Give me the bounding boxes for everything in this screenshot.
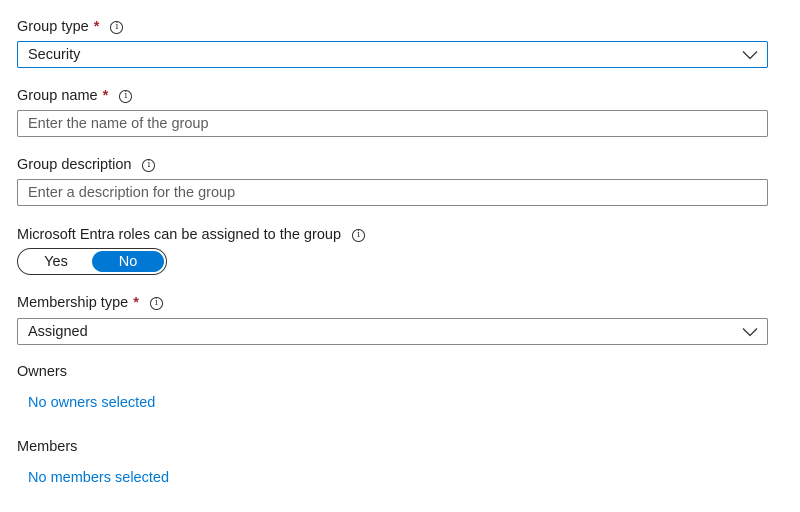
membership-type-label: Membership type (17, 295, 129, 311)
membership-type-dropdown[interactable]: Assigned (17, 318, 768, 345)
required-marker: * (133, 295, 139, 311)
members-link[interactable]: No members selected (28, 470, 169, 486)
group-type-dropdown[interactable]: Security (17, 41, 768, 68)
group-name-label-row: Group name * i (17, 85, 133, 107)
membership-type-label-row: Membership type * i (17, 292, 163, 314)
owners-link[interactable]: No owners selected (28, 395, 155, 411)
toggle-option-no[interactable]: No (92, 251, 164, 272)
group-description-label-row: Group description i (17, 154, 156, 176)
info-icon[interactable]: i (119, 89, 133, 103)
required-marker: * (102, 88, 109, 104)
members-label: Members (17, 439, 78, 455)
info-icon[interactable]: i (142, 158, 156, 172)
info-icon[interactable]: i (352, 228, 366, 242)
group-name-label: Group name (17, 88, 98, 104)
group-type-label: Group type (17, 19, 89, 35)
entra-roles-label: Microsoft Entra roles can be assigned to… (17, 227, 342, 243)
group-type-value: Security (28, 46, 81, 63)
info-icon[interactable]: i (149, 296, 163, 310)
entra-roles-toggle[interactable]: Yes No (17, 248, 167, 275)
info-icon[interactable]: i (110, 20, 124, 34)
toggle-option-yes[interactable]: Yes (20, 251, 92, 272)
group-description-placeholder: Enter a description for the group (28, 184, 236, 201)
membership-type-value: Assigned (28, 323, 88, 340)
group-description-label: Group description (17, 157, 132, 173)
owners-label: Owners (17, 364, 67, 380)
group-name-placeholder: Enter the name of the group (28, 115, 209, 132)
chevron-down-icon (742, 328, 758, 337)
group-type-label-row: Group type * i (17, 16, 124, 38)
chevron-down-icon (742, 51, 758, 60)
required-marker: * (93, 19, 100, 35)
group-description-input[interactable]: Enter a description for the group (17, 179, 768, 206)
entra-roles-label-row: Microsoft Entra roles can be assigned to… (17, 224, 366, 246)
group-name-input[interactable]: Enter the name of the group (17, 110, 768, 137)
